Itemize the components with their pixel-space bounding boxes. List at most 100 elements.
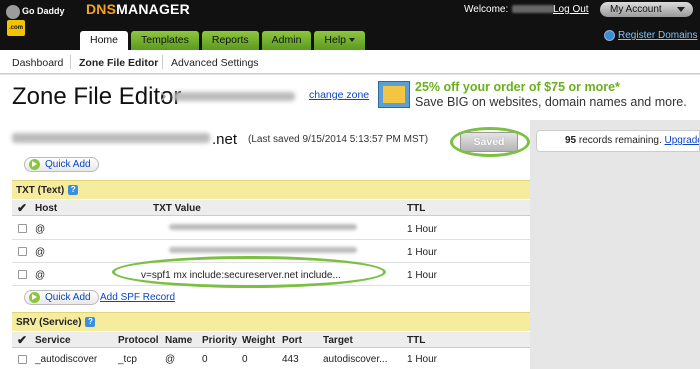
row-ttl: 1 Hour	[407, 224, 438, 235]
globe-icon	[604, 30, 615, 41]
row-host: @	[35, 270, 46, 281]
promo-subline[interactable]: Save BIG on websites, domain names and m…	[415, 95, 687, 109]
txt-section-title: TXT (Text)	[16, 185, 65, 196]
srv-section-header: SRV (Service)?	[12, 312, 530, 331]
caret-down-icon	[677, 7, 685, 12]
promo-headline[interactable]: 25% off your order of $75 or more*	[415, 80, 620, 94]
records-text: records remaining.	[578, 135, 662, 146]
last-saved-text: (Last saved 9/15/2014 5:13:57 PM MST)	[248, 134, 429, 145]
row-service: _autodiscover	[35, 354, 98, 365]
quick-add-label: Quick Add	[45, 159, 91, 170]
help-icon[interactable]: ?	[68, 185, 79, 196]
row-ttl: 1 Hour	[407, 354, 438, 365]
tab-templates[interactable]: Templates	[131, 31, 199, 50]
subnav-divider	[162, 55, 163, 69]
row-ttl: 1 Hour	[407, 247, 438, 258]
plus-icon	[29, 159, 40, 170]
tab-help-label: Help	[324, 34, 347, 46]
table-row[interactable]: _autodiscover _tcp @ 0 0 443 autodiscove…	[12, 349, 530, 369]
checkbox-icon[interactable]	[18, 224, 27, 233]
redacted-domain-name	[12, 133, 210, 143]
register-domains-label: Register Domains	[618, 30, 698, 42]
highlight-ring	[450, 127, 530, 157]
col-name: Name	[165, 335, 193, 346]
tab-templates-label: Templates	[141, 34, 189, 46]
row-ttl: 1 Hour	[407, 270, 438, 281]
redacted-txt-value	[169, 247, 357, 253]
product-suffix: MANAGER	[116, 1, 190, 17]
change-zone-link[interactable]: change zone	[309, 89, 369, 101]
domain-tld: .net	[212, 131, 238, 148]
row-port: 443	[282, 354, 299, 365]
checkbox-icon[interactable]	[18, 247, 27, 256]
domain-row: .net (Last saved 9/15/2014 5:13:57 PM MS…	[0, 120, 530, 157]
tab-admin-label: Admin	[271, 34, 302, 46]
redacted-zone-name	[173, 92, 295, 101]
top-bar: Go Daddy .com DNSMANAGER Welcome: Log Out…	[0, 0, 700, 50]
txt-table-header: ✔ Host TXT Value TTL	[12, 200, 530, 216]
highlight-ring	[112, 256, 386, 288]
col-priority: Priority	[202, 335, 238, 346]
caret-down-icon	[349, 38, 356, 43]
welcome-text: Welcome:	[464, 4, 555, 15]
col-protocol: Protocol	[118, 335, 159, 346]
col-host: Host	[35, 203, 58, 214]
row-target: autodiscover...	[323, 354, 388, 365]
checkbox-icon[interactable]	[18, 355, 27, 364]
upgrade-link[interactable]: Upgrade	[665, 135, 700, 146]
redacted-txt-value	[169, 224, 357, 230]
add-spf-record-link[interactable]: Add SPF Record	[100, 292, 175, 303]
godaddy-logo[interactable]: Go Daddy .com	[6, 3, 66, 36]
subnav-dashboard[interactable]: Dashboard	[12, 57, 63, 69]
srv-table-header: ✔ Service Protocol Name Priority Weight …	[12, 332, 530, 348]
tab-home[interactable]: Home	[80, 31, 129, 50]
checkbox-icon[interactable]	[18, 270, 27, 279]
row-protocol: _tcp	[118, 354, 137, 365]
quick-add-button[interactable]: Quick Add	[24, 290, 99, 305]
product-prefix: DNS	[86, 1, 117, 17]
tab-home-label: Home	[90, 34, 119, 46]
tab-admin[interactable]: Admin	[261, 31, 312, 50]
col-txt-value: TXT Value	[153, 203, 201, 214]
my-account-button[interactable]: My Account	[600, 2, 693, 17]
col-target: Target	[323, 335, 353, 346]
table-row[interactable]: @ 1 Hour	[12, 217, 530, 240]
promo-icon[interactable]	[378, 81, 410, 108]
checkmark-icon[interactable]: ✔	[17, 333, 27, 347]
tab-reports[interactable]: Reports	[201, 31, 259, 50]
help-icon[interactable]: ?	[85, 317, 96, 328]
product-name: DNSMANAGER	[86, 1, 190, 17]
quick-add-button[interactable]: Quick Add	[24, 157, 99, 172]
main-tabs: Home Templates Reports Admin Help	[80, 31, 368, 50]
subnav-zone-file-editor[interactable]: Zone File Editor	[79, 57, 158, 69]
checkmark-icon[interactable]: ✔	[17, 201, 27, 215]
promo-icon-inner	[383, 86, 405, 103]
logo-text: Go Daddy	[22, 6, 65, 16]
sub-navigation: Dashboard Zone File Editor Advanced Sett…	[0, 50, 700, 74]
redacted-username	[512, 5, 555, 14]
godaddy-logo-icon	[6, 4, 20, 19]
col-weight: Weight	[242, 335, 276, 346]
subnav-divider	[70, 55, 71, 69]
records-count: 95	[565, 135, 577, 146]
logo-tag: .com	[7, 19, 26, 36]
plus-icon	[29, 292, 40, 303]
page-title: Zone File Editor	[12, 83, 182, 110]
records-remaining: 95 records remaining. Upgrade	[536, 130, 700, 152]
logout-link[interactable]: Log Out	[553, 4, 589, 15]
row-host: @	[35, 224, 46, 235]
txt-section-header: TXT (Text)?	[12, 180, 530, 199]
tab-help[interactable]: Help	[314, 31, 366, 50]
col-ttl: TTL	[407, 335, 426, 346]
register-domains-link[interactable]: Register Domains	[604, 30, 697, 41]
title-area: Zone File Editor › change zone 25% off y…	[0, 75, 700, 120]
col-ttl: TTL	[407, 203, 426, 214]
row-weight: 0	[242, 354, 248, 365]
row-name: @	[165, 354, 176, 365]
subnav-advanced-settings[interactable]: Advanced Settings	[171, 57, 259, 69]
srv-section-title: SRV (Service)	[16, 317, 82, 328]
right-panel: 95 records remaining. Upgrade	[530, 120, 700, 369]
row-priority: 0	[202, 354, 208, 365]
tab-reports-label: Reports	[211, 34, 249, 46]
welcome-label: Welcome:	[464, 4, 509, 15]
